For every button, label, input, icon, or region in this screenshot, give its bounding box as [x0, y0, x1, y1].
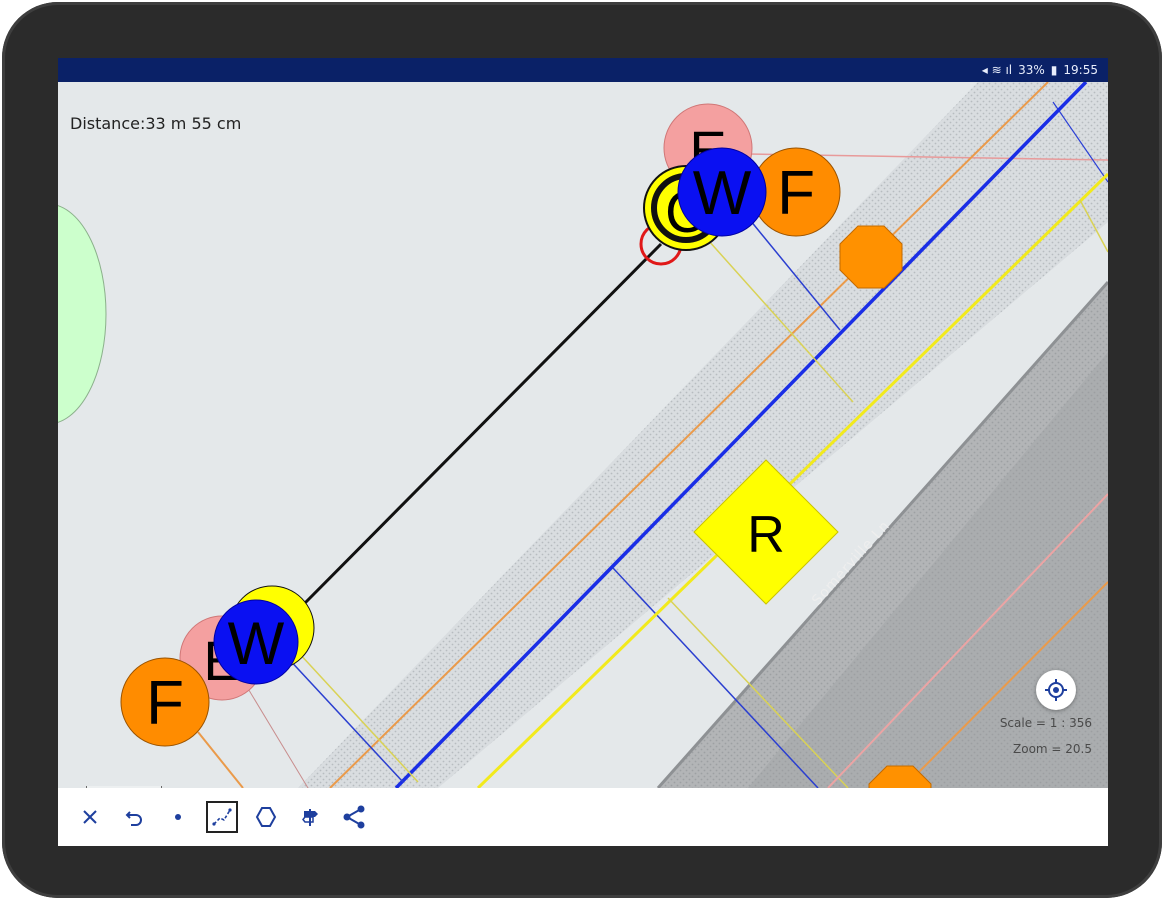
- battery-icon: ▮: [1050, 63, 1058, 77]
- polygon-icon: [255, 807, 277, 827]
- undo-button[interactable]: [116, 799, 152, 835]
- signpost-icon: [302, 809, 318, 826]
- map-view[interactable]: E C F W: [58, 80, 1108, 829]
- app-screen: ◂ ≋ ıl 33% ▮ 19:55 F W R W F Somerville …: [58, 58, 1108, 846]
- marker-valve-top[interactable]: [839, 225, 903, 289]
- marker-fire-bottom-label: F: [146, 669, 184, 738]
- marker-fire-bottom[interactable]: F: [120, 657, 210, 747]
- measure-line-button[interactable]: [204, 799, 240, 835]
- undo-icon: [125, 811, 142, 826]
- tablet-device: ◂ ≋ ıl 33% ▮ 19:55 F W R W F Somerville …: [0, 0, 1164, 900]
- bottom-toolbar: [58, 788, 1108, 846]
- marker-regulator-label: R: [747, 506, 785, 564]
- battery-level: 33%: [1018, 63, 1045, 77]
- status-bar: ◂ ≋ ıl 33% ▮ 19:55: [58, 58, 1108, 82]
- add-point-button[interactable]: [160, 799, 196, 835]
- marker-water-bottom-label: W: [228, 610, 285, 677]
- status-time: 19:55: [1063, 63, 1098, 77]
- map-canvas[interactable]: E C F W: [58, 80, 1108, 829]
- signpost-button[interactable]: [292, 799, 328, 835]
- share-icon: [343, 805, 365, 829]
- marker-water-bottom[interactable]: W: [213, 599, 299, 685]
- close-icon: [83, 810, 97, 824]
- distance-readout: Distance:33 m 55 cm: [70, 114, 242, 133]
- map-scale-text: Scale = 1 : 356: [999, 716, 1092, 730]
- locate-me-button[interactable]: [1036, 670, 1076, 710]
- polygon-button[interactable]: [248, 799, 284, 835]
- line-measure-icon: [212, 808, 232, 826]
- point-icon: [175, 814, 181, 820]
- share-button[interactable]: [336, 799, 372, 835]
- map-zoom-text: Zoom = 20.5: [1013, 742, 1092, 756]
- marker-fire-top-label: F: [777, 159, 815, 228]
- marker-water-top-label: W: [693, 159, 752, 228]
- marker-water-top[interactable]: W: [677, 147, 767, 237]
- close-button[interactable]: [72, 799, 108, 835]
- status-signal-icons: ◂ ≋ ıl: [981, 63, 1013, 77]
- crosshair-icon: [1045, 679, 1067, 701]
